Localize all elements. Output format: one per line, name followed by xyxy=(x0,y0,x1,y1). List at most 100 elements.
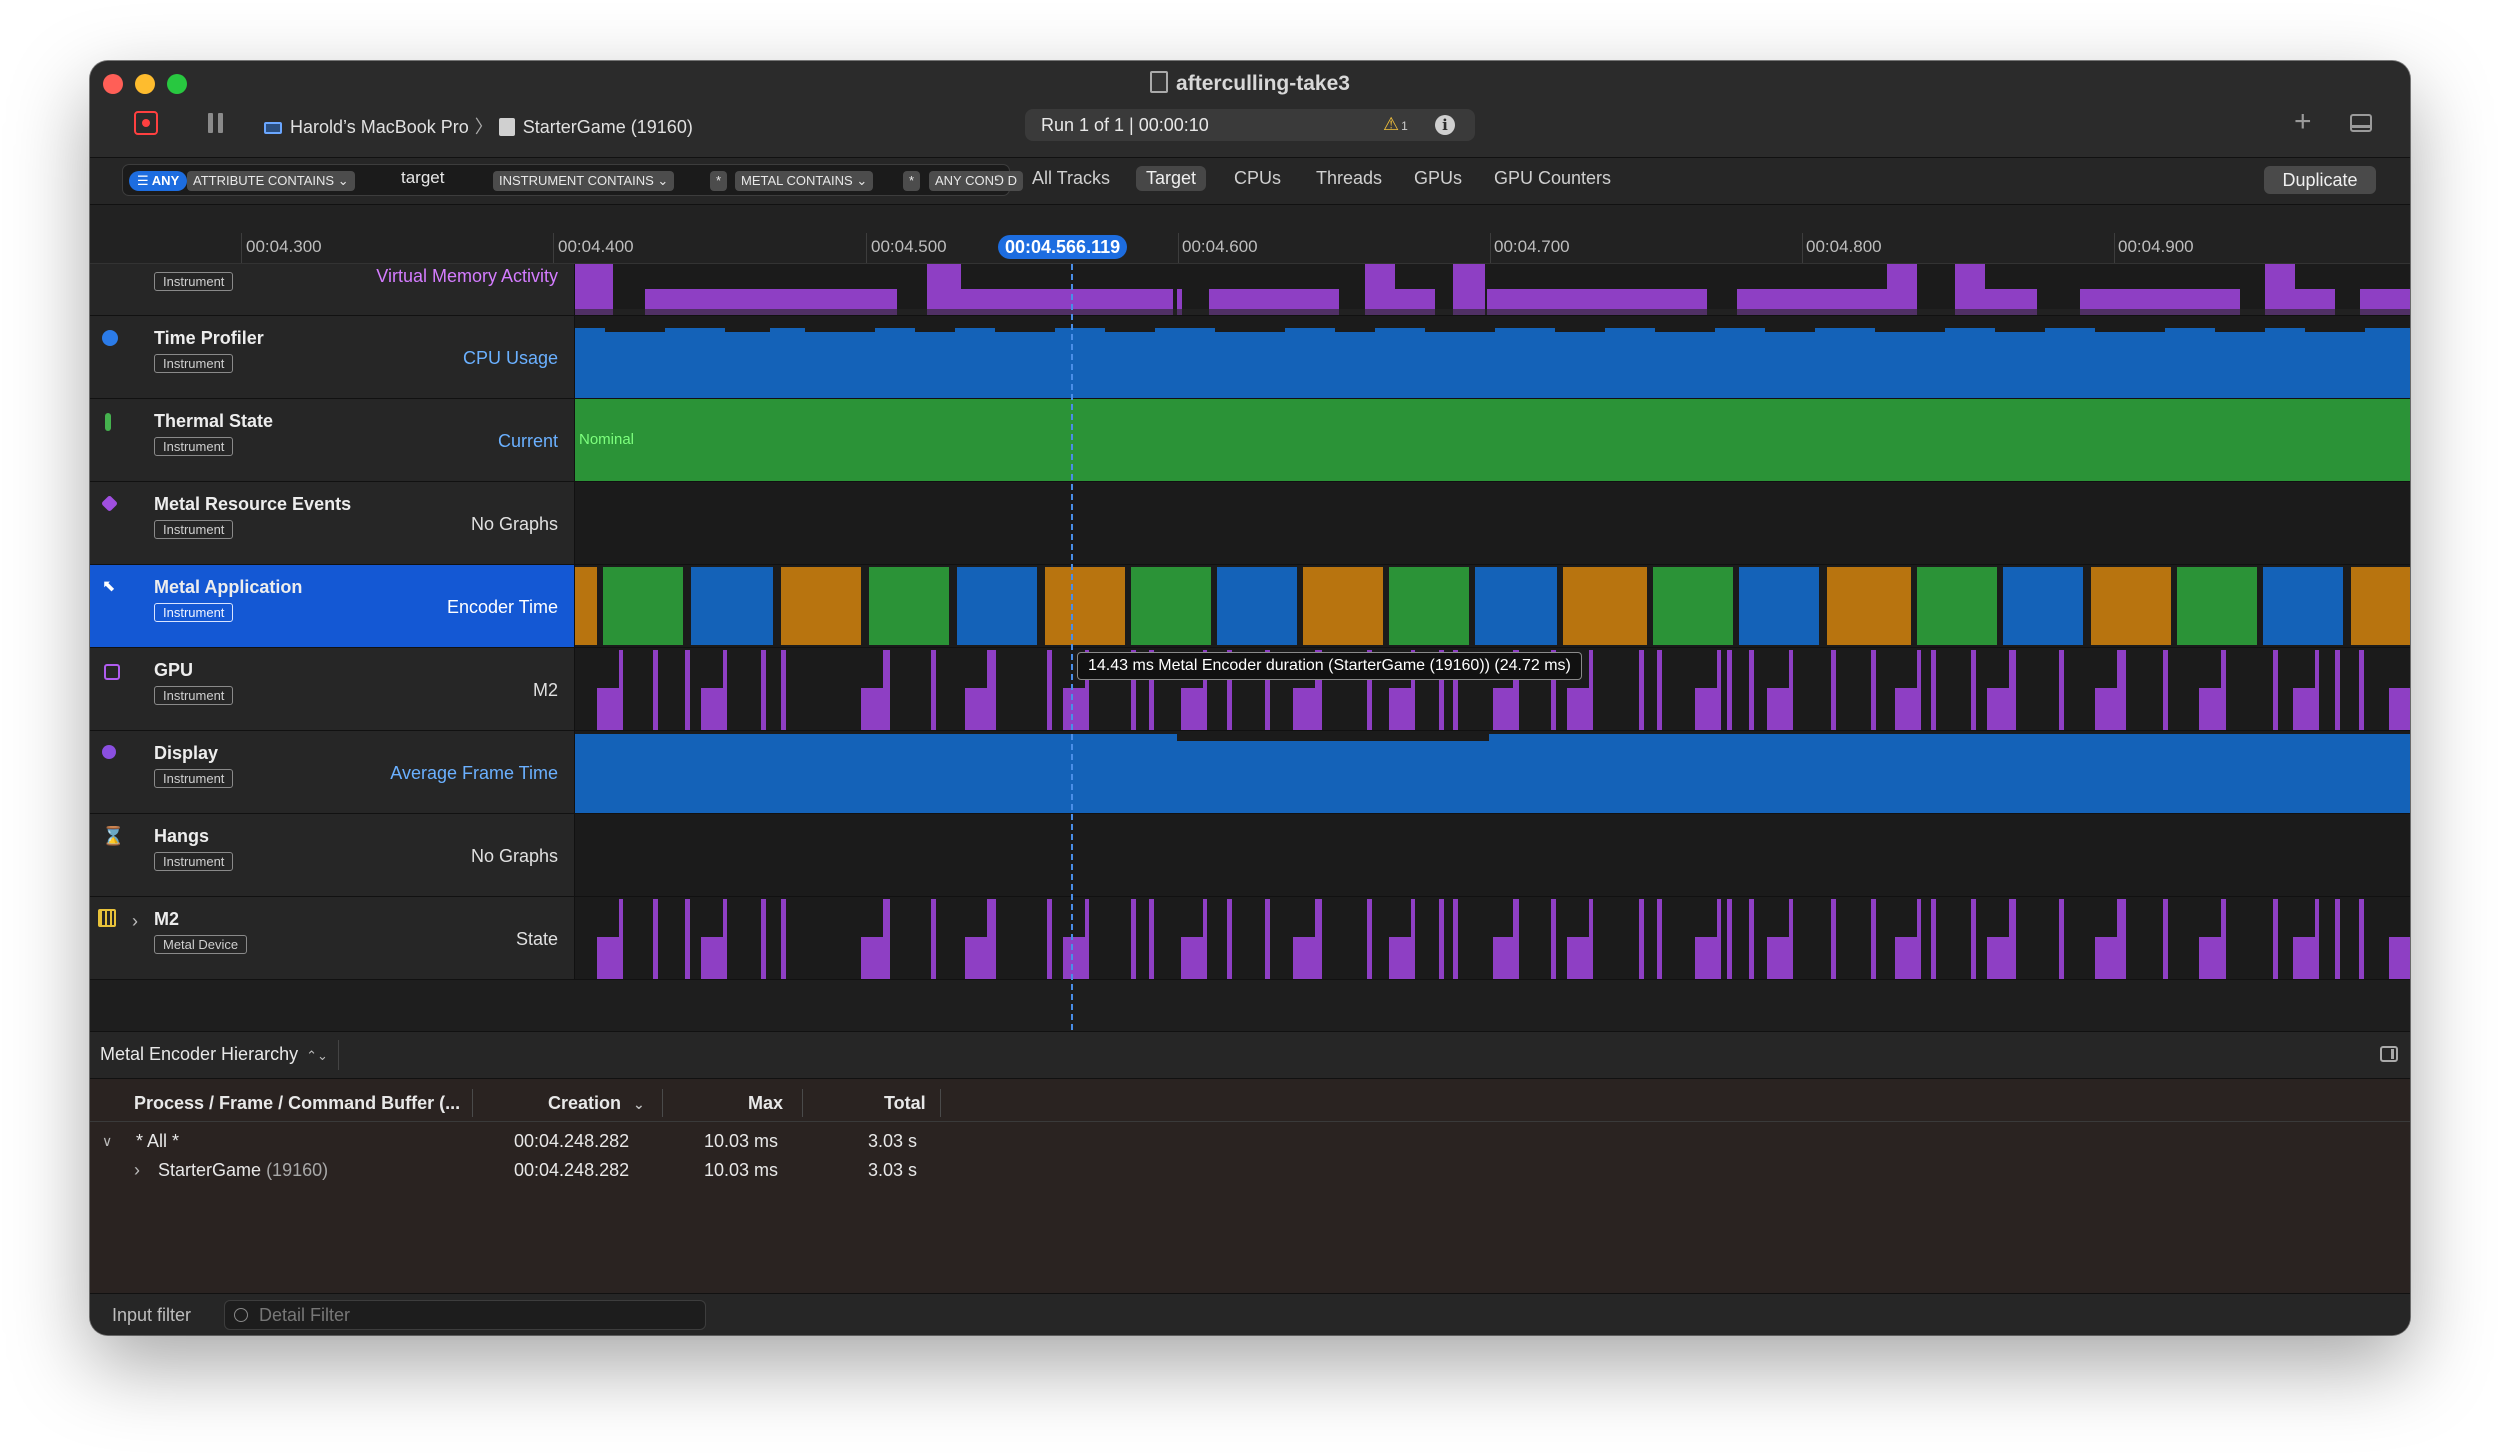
add-instrument-plus-icon[interactable]: + xyxy=(2294,105,2312,139)
track-time-profiler[interactable]: Time Profiler Instrument CPU Usage xyxy=(90,316,2410,399)
hierarchy-popup-label: Metal Encoder Hierarchy xyxy=(100,1044,299,1064)
metal-resource-graph[interactable] xyxy=(575,482,2410,564)
track-hangs[interactable]: ⌛ Hangs Instrument No Graphs xyxy=(90,814,2410,897)
track-name: GPU xyxy=(154,660,194,680)
scope-threads[interactable]: Threads xyxy=(1306,166,1392,191)
scope-target[interactable]: Target xyxy=(1136,166,1207,191)
track-header[interactable]: ⌛ Hangs Instrument No Graphs xyxy=(90,814,575,896)
attribute-value-token[interactable]: target xyxy=(397,168,448,188)
track-metal-application[interactable]: ⬉ Metal Application Instrument Encoder T… xyxy=(90,565,2410,648)
column-header-max[interactable]: Max xyxy=(748,1087,783,1119)
track-metal-resource-events[interactable]: Metal Resource Events Instrument No Grap… xyxy=(90,482,2410,565)
instrument-value-token[interactable]: * xyxy=(710,171,728,191)
trace-document-icon xyxy=(1150,71,1169,93)
row-creation: 00:04.248.282 xyxy=(514,1131,630,1151)
track-name: Hangs xyxy=(154,826,210,846)
chevron-right-icon[interactable]: › xyxy=(134,1156,140,1184)
filter-any-label: ANY xyxy=(151,173,180,188)
warning-count: 1 xyxy=(1401,119,1408,133)
device-grid-icon xyxy=(98,909,116,927)
duplicate-button[interactable]: Duplicate xyxy=(2264,166,2376,194)
track-header[interactable]: GPU Instrument M2 xyxy=(90,648,575,730)
title-bar: afterculling-take3 Harold’s MacBook Pro 〉… xyxy=(90,61,2410,158)
graph-label: M2 xyxy=(532,680,558,700)
info-icon[interactable]: i xyxy=(1435,115,1455,135)
track-header[interactable]: › M2 Metal Device State xyxy=(90,897,575,979)
table-row[interactable]: ∨ * All * 00:04.248.282 10.03 ms 3.03 s xyxy=(90,1127,2410,1155)
row-max: 10.03 ms xyxy=(704,1131,779,1151)
scope-gpu-counters[interactable]: GPU Counters xyxy=(1484,166,1621,191)
track-m2-device[interactable]: › M2 Metal Device State xyxy=(90,897,2410,980)
any-contains-token[interactable]: ANY CON⅁ D xyxy=(929,171,1024,191)
pause-button[interactable] xyxy=(208,113,224,133)
column-header-process[interactable]: Process / Frame / Command Buffer (... xyxy=(134,1087,460,1119)
run-selector[interactable]: Run 1 of 1 | 00:00:10 ⚠ 1 i xyxy=(1025,109,1475,141)
hourglass-icon: ⌛ xyxy=(102,826,125,846)
column-header-creation[interactable]: Creation ⌄ xyxy=(548,1087,645,1119)
record-button[interactable] xyxy=(134,111,158,135)
app-icon xyxy=(498,118,515,136)
up-down-chevron-icon: ⌃⌄ xyxy=(306,1048,328,1063)
average-frame-time-graph[interactable] xyxy=(575,731,2410,813)
track-header[interactable]: Thermal State Instrument Current xyxy=(90,399,575,481)
ruler-tick-label: 00:04.900 xyxy=(2118,237,2194,256)
inspector-toggle-icon[interactable] xyxy=(2380,1046,2398,1062)
timeline-ruler[interactable]: 00:04.300 00:04.400 00:04.500 00:04.600 … xyxy=(90,205,2410,264)
track-header[interactable]: Instrument Virtual Memory Activity xyxy=(90,264,575,315)
hierarchy-popup[interactable]: Metal Encoder Hierarchy ⌃⌄ xyxy=(100,1044,328,1065)
track-header[interactable]: Display Instrument Average Frame Time xyxy=(90,731,575,813)
track-list: Instrument Virtual Memory Activity Time … xyxy=(90,264,2410,1030)
device-badge: Metal Device xyxy=(154,935,248,954)
encoder-bars xyxy=(575,567,2410,645)
encoder-time-graph[interactable] xyxy=(575,565,2410,647)
track-header[interactable]: Metal Resource Events Instrument No Grap… xyxy=(90,482,575,564)
warning-icon[interactable]: ⚠ 1 xyxy=(1383,114,1408,135)
scope-cpus[interactable]: CPUs xyxy=(1224,166,1291,191)
row-name: * All * xyxy=(136,1131,180,1151)
filter-any-token[interactable]: ☰ ANY xyxy=(129,171,188,191)
track-filter-bar: ☰ ANY ATTRIBUTE CONTAINS ⌄ target INSTRU… xyxy=(90,158,2410,205)
cpu-usage-graph[interactable] xyxy=(575,316,2410,398)
chevron-right-icon: 〉 xyxy=(474,117,493,137)
instrument-badge: Instrument xyxy=(154,354,234,373)
track-filter-field[interactable]: ☰ ANY ATTRIBUTE CONTAINS ⌄ target INSTRU… xyxy=(122,164,1024,196)
toggle-detail-panel-icon[interactable] xyxy=(2350,114,2372,132)
playhead-line[interactable] xyxy=(1071,264,1073,1030)
vm-activity-graph[interactable] xyxy=(575,264,2410,315)
column-header-total[interactable]: Total xyxy=(884,1087,926,1119)
row-pid: (19160) xyxy=(266,1160,329,1180)
track-name: Metal Application xyxy=(154,577,303,597)
row-name: StarterGame xyxy=(158,1160,262,1180)
instruments-window: afterculling-take3 Harold’s MacBook Pro 〉… xyxy=(90,61,2410,1335)
encoder-tooltip: 14.43 ms Metal Encoder duration (Starter… xyxy=(1077,652,1582,680)
hangs-graph[interactable] xyxy=(575,814,2410,896)
track-name: Time Profiler xyxy=(154,328,264,348)
filter-icon xyxy=(234,1308,248,1322)
thermal-state-graph[interactable]: Nominal xyxy=(575,399,2410,481)
instrument-contains-token[interactable]: INSTRUMENT CONTAINS ⌄ xyxy=(493,171,675,191)
track-header[interactable]: ⬉ Metal Application Instrument Encoder T… xyxy=(90,565,575,647)
sort-chevron-icon: ⌄ xyxy=(633,1096,645,1112)
graph-label: Average Frame Time xyxy=(390,763,558,783)
scope-gpus[interactable]: GPUs xyxy=(1404,166,1472,191)
track-display[interactable]: Display Instrument Average Frame Time xyxy=(90,731,2410,814)
scope-all-tracks[interactable]: All Tracks xyxy=(1022,166,1120,191)
process-name[interactable]: StarterGame (19160) xyxy=(523,117,693,137)
device-state-graph[interactable] xyxy=(575,897,2410,979)
chevron-right-icon[interactable]: › xyxy=(132,911,138,932)
metal-value-token[interactable]: * xyxy=(903,171,921,191)
attribute-contains-token[interactable]: ATTRIBUTE CONTAINS ⌄ xyxy=(187,171,355,191)
track-virtual-memory[interactable]: Instrument Virtual Memory Activity xyxy=(90,264,2410,316)
track-name: M2 xyxy=(154,909,180,929)
track-header[interactable]: Time Profiler Instrument CPU Usage xyxy=(90,316,575,398)
detail-filter-input[interactable] xyxy=(224,1300,706,1330)
playhead-time-badge[interactable]: 00:04.566.119 xyxy=(998,235,1128,259)
detail-filter-bar: Input filter xyxy=(90,1293,2410,1335)
device-name[interactable]: Harold’s MacBook Pro xyxy=(290,117,469,137)
track-thermal-state[interactable]: Thermal State Instrument Current Nominal xyxy=(90,399,2410,482)
gpu-chip-icon xyxy=(104,664,120,680)
chevron-down-icon[interactable]: ∨ xyxy=(102,1127,112,1155)
table-row[interactable]: › StarterGame (19160) 00:04.248.282 10.0… xyxy=(90,1156,2410,1184)
target-breadcrumb[interactable]: Harold’s MacBook Pro 〉 StarterGame (19160) xyxy=(264,113,693,139)
metal-contains-token[interactable]: METAL CONTAINS ⌄ xyxy=(735,171,874,191)
